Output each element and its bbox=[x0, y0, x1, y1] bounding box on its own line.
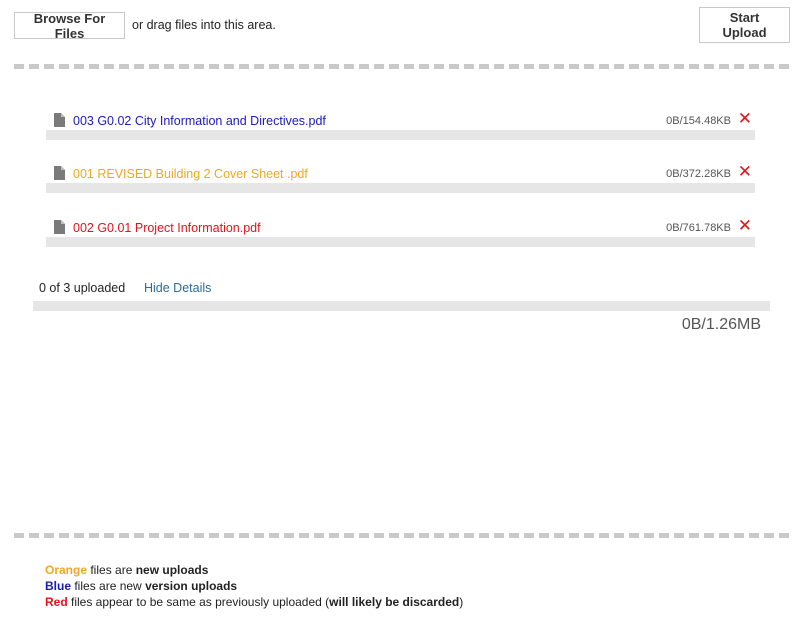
file-row: 002 G0.01 Project Information.pdf 0B/761… bbox=[46, 215, 755, 253]
file-size: 0B/761.78KB bbox=[666, 222, 731, 234]
legend-color-word: Orange bbox=[45, 563, 88, 577]
remove-icon[interactable]: ✕ bbox=[738, 216, 752, 236]
legend-bold: will likely be discarded bbox=[329, 595, 460, 609]
drop-zone-top-border bbox=[14, 64, 792, 69]
legend-color-word: Red bbox=[45, 595, 68, 609]
file-row: 003 G0.02 City Information and Directive… bbox=[46, 108, 755, 146]
legend-text: files are new bbox=[71, 579, 146, 593]
file-icon bbox=[54, 113, 65, 127]
file-name: 001 REVISED Building 2 Cover Sheet .pdf bbox=[73, 167, 308, 181]
upload-summary: 0 of 3 uploaded bbox=[39, 281, 126, 295]
total-progress-bar bbox=[33, 301, 770, 311]
legend-bold: version uploads bbox=[145, 579, 238, 593]
file-progress-bar bbox=[46, 183, 755, 193]
legend-color-word: Blue bbox=[45, 579, 72, 593]
file-icon bbox=[54, 166, 65, 180]
remove-icon[interactable]: ✕ bbox=[738, 109, 752, 129]
total-size: 0B/1.26MB bbox=[681, 316, 761, 333]
legend-item: Blue files are new version uploads bbox=[45, 579, 237, 593]
file-icon bbox=[54, 220, 65, 234]
file-progress-bar bbox=[46, 237, 755, 247]
file-row: 001 REVISED Building 2 Cover Sheet .pdf … bbox=[46, 161, 755, 199]
legend-bold: new uploads bbox=[135, 563, 209, 577]
start-upload-button[interactable]: Start Upload bbox=[699, 7, 790, 43]
remove-icon[interactable]: ✕ bbox=[738, 162, 752, 182]
file-size: 0B/372.28KB bbox=[666, 168, 731, 180]
legend-item: Orange files are new uploads bbox=[45, 563, 208, 577]
file-name: 002 G0.01 Project Information.pdf bbox=[73, 221, 261, 235]
legend-text: files appear to be same as previously up… bbox=[67, 595, 330, 609]
file-name: 003 G0.02 City Information and Directive… bbox=[73, 114, 326, 128]
browse-files-button[interactable]: Browse For Files bbox=[14, 11, 125, 41]
legend-item: Red files appear to be same as previousl… bbox=[45, 595, 463, 609]
legend-text: ) bbox=[459, 595, 464, 609]
file-size: 0B/154.48KB bbox=[666, 115, 731, 127]
drop-zone-bottom-border bbox=[14, 533, 792, 538]
hide-details-link[interactable]: Hide Details bbox=[144, 281, 211, 295]
drag-hint: or drag files into this area. bbox=[132, 18, 276, 32]
file-progress-bar bbox=[46, 130, 755, 140]
legend-text: files are bbox=[87, 563, 136, 577]
